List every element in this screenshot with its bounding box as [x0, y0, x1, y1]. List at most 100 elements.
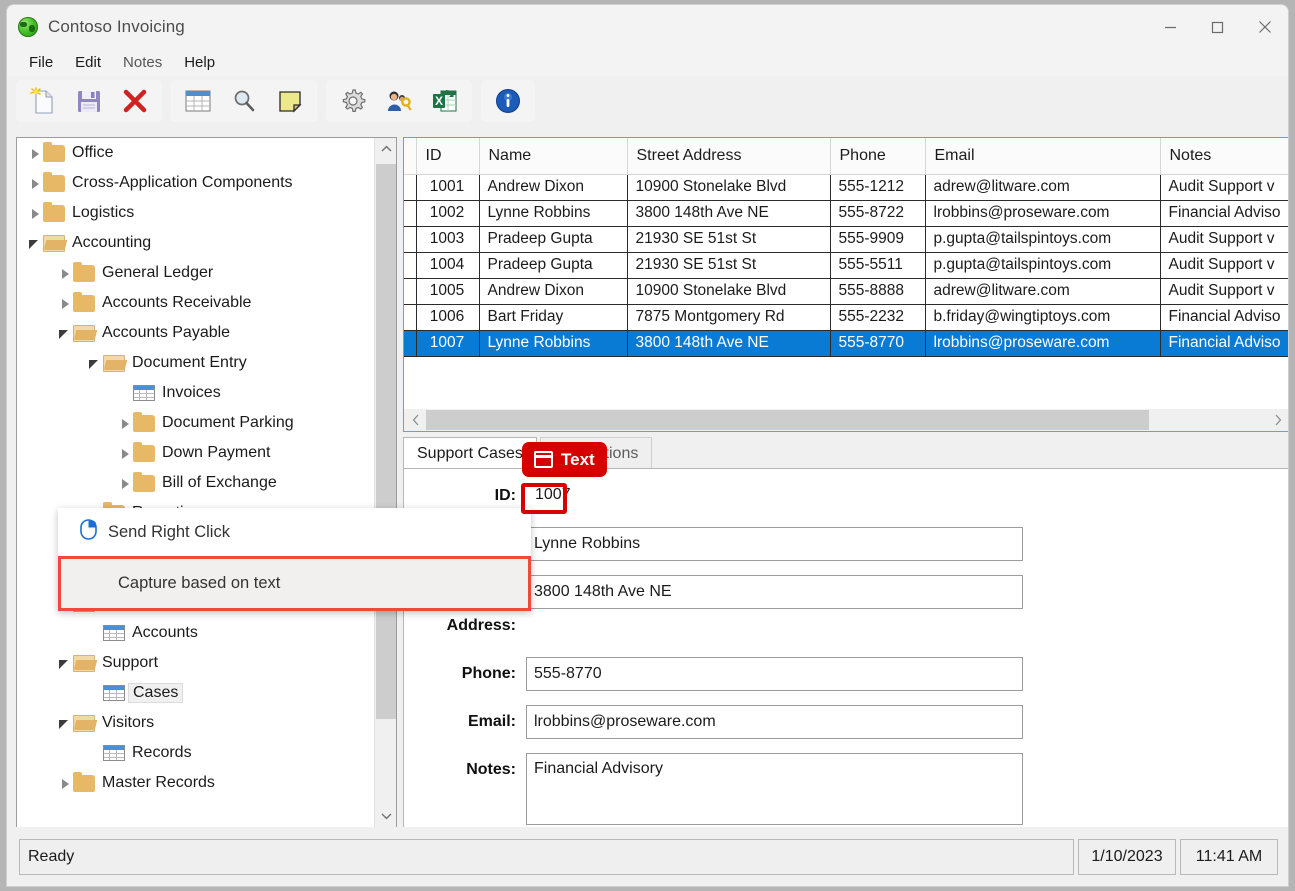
- id-field[interactable]: 1007: [526, 479, 1023, 513]
- grid-cell-address[interactable]: 10900 Stonelake Blvd: [627, 174, 831, 201]
- close-button[interactable]: [1241, 5, 1288, 49]
- grid-cell-name[interactable]: Bart Friday: [479, 304, 628, 331]
- grid-cell-phone[interactable]: 555-5511: [830, 252, 926, 279]
- user-permissions-icon[interactable]: [378, 83, 420, 119]
- scroll-down-icon[interactable]: [375, 805, 396, 827]
- row-header-cell[interactable]: [404, 252, 417, 279]
- grid-horizontal-scrollbar[interactable]: [404, 409, 1288, 431]
- tree-item-office[interactable]: Office: [17, 138, 375, 168]
- settings-gear-icon[interactable]: [332, 83, 374, 119]
- grid-cell-name[interactable]: Andrew Dixon: [479, 278, 628, 305]
- grid-column-header-email[interactable]: Email: [925, 138, 1161, 175]
- expand-arrow-icon[interactable]: [58, 776, 73, 791]
- grid-column-header-name[interactable]: Name: [479, 138, 628, 175]
- row-header-cell[interactable]: [404, 330, 417, 357]
- tree-item-records[interactable]: Records: [17, 738, 375, 768]
- tree-item-support[interactable]: Support: [17, 648, 375, 678]
- grid-cell-email[interactable]: lrobbins@proseware.com: [925, 200, 1161, 227]
- scroll-right-icon[interactable]: [1268, 409, 1288, 431]
- grid-cell-phone[interactable]: 555-8770: [830, 330, 926, 357]
- row-header-cell[interactable]: [404, 226, 417, 253]
- collapse-arrow-icon[interactable]: [58, 326, 73, 341]
- expand-arrow-icon[interactable]: [58, 266, 73, 281]
- grid-column-header-notes[interactable]: Notes: [1160, 138, 1288, 175]
- grid-cell-notes[interactable]: Audit Support v: [1160, 252, 1288, 279]
- street-address-field[interactable]: 3800 148th Ave NE: [526, 575, 1023, 609]
- grid-cell-notes[interactable]: Financial Adviso: [1160, 304, 1288, 331]
- grid-cell-phone[interactable]: 555-2232: [830, 304, 926, 331]
- info-icon[interactable]: [487, 83, 529, 119]
- row-header-cell[interactable]: [404, 278, 417, 305]
- menu-notes[interactable]: Notes: [112, 52, 173, 73]
- grid-cell-id[interactable]: 1001: [416, 174, 480, 201]
- grid-cell-id[interactable]: 1005: [416, 278, 480, 305]
- grid-cell-id[interactable]: 1007: [416, 330, 480, 357]
- maximize-button[interactable]: [1194, 5, 1241, 49]
- expand-arrow-icon[interactable]: [118, 416, 133, 431]
- expand-arrow-icon[interactable]: [28, 206, 43, 221]
- grid-cell-email[interactable]: b.friday@wingtiptoys.com: [925, 304, 1161, 331]
- grid-cell-notes[interactable]: Financial Adviso: [1160, 330, 1288, 357]
- grid-cell-id[interactable]: 1006: [416, 304, 480, 331]
- tree-item-accounts-payable[interactable]: Accounts Payable: [17, 318, 375, 348]
- tree-item-cross-application-components[interactable]: Cross-Application Components: [17, 168, 375, 198]
- row-header-cell[interactable]: [404, 200, 417, 227]
- email-field[interactable]: lrobbins@proseware.com: [526, 705, 1023, 739]
- tree-item-invoices[interactable]: Invoices: [17, 378, 375, 408]
- grid-cell-address[interactable]: 7875 Montgomery Rd: [627, 304, 831, 331]
- context-menu-item-send-right-click[interactable]: Send Right Click: [58, 508, 531, 556]
- grid-cell-name[interactable]: Lynne Robbins: [479, 200, 628, 227]
- menu-help[interactable]: Help: [173, 52, 226, 73]
- grid-row[interactable]: 1004 Pradeep Gupta 21930 SE 51st St 555-551…: [404, 252, 1288, 279]
- collapse-arrow-icon[interactable]: [58, 656, 73, 671]
- row-header-cell[interactable]: [404, 174, 417, 201]
- navigation-tree[interactable]: Office Cross-Application Components Logist…: [16, 137, 397, 828]
- grid-row[interactable]: 1007 Lynne Robbins 3800 148th Ave NE 555-87…: [404, 330, 1288, 357]
- tree-item-accounting[interactable]: Accounting: [17, 228, 375, 258]
- export-excel-icon[interactable]: X: [424, 83, 466, 119]
- scroll-up-icon[interactable]: [375, 138, 396, 160]
- grid-row[interactable]: 1002 Lynne Robbins 3800 148th Ave NE 555-87…: [404, 200, 1288, 227]
- scroll-left-icon[interactable]: [406, 409, 426, 431]
- grid-cell-id[interactable]: 1003: [416, 226, 480, 253]
- minimize-button[interactable]: [1147, 5, 1194, 49]
- expand-arrow-icon[interactable]: [118, 446, 133, 461]
- tree-vertical-scrollbar[interactable]: [374, 138, 396, 827]
- notes-field[interactable]: Financial Advisory: [526, 753, 1023, 825]
- grid-cell-notes[interactable]: Audit Support v: [1160, 174, 1288, 201]
- grid-row[interactable]: 1003 Pradeep Gupta 21930 SE 51st St 555-990…: [404, 226, 1288, 253]
- save-icon[interactable]: [68, 83, 110, 119]
- collapse-arrow-icon[interactable]: [88, 356, 103, 371]
- tree-item-master-records[interactable]: Master Records: [17, 768, 375, 798]
- grid-cell-id[interactable]: 1002: [416, 200, 480, 227]
- tree-item-bill-of-exchange[interactable]: Bill of Exchange: [17, 468, 375, 498]
- expand-arrow-icon[interactable]: [118, 476, 133, 491]
- records-data-grid[interactable]: ID Name Street Address Phone Email Notes 1001…: [403, 137, 1288, 432]
- grid-cell-phone[interactable]: 555-8888: [830, 278, 926, 305]
- grid-cell-notes[interactable]: Financial Adviso: [1160, 200, 1288, 227]
- grid-cell-address[interactable]: 21930 SE 51st St: [627, 226, 831, 253]
- grid-cell-id[interactable]: 1004: [416, 252, 480, 279]
- grid-column-header-id[interactable]: ID: [416, 138, 480, 175]
- tree-item-document-entry[interactable]: Document Entry: [17, 348, 375, 378]
- menu-edit[interactable]: Edit: [64, 52, 112, 73]
- name-field[interactable]: Lynne Robbins: [526, 527, 1023, 561]
- tree-item-document-parking[interactable]: Document Parking: [17, 408, 375, 438]
- grid-cell-address[interactable]: 3800 148th Ave NE: [627, 330, 831, 357]
- grid-cell-name[interactable]: Pradeep Gupta: [479, 252, 628, 279]
- grid-row[interactable]: 1005 Andrew Dixon 10900 Stonelake Blvd 555-…: [404, 278, 1288, 305]
- grid-cell-phone[interactable]: 555-1212: [830, 174, 926, 201]
- grid-cell-address[interactable]: 3800 148th Ave NE: [627, 200, 831, 227]
- collapse-arrow-icon[interactable]: [28, 236, 43, 251]
- tree-item-logistics[interactable]: Logistics: [17, 198, 375, 228]
- grid-cell-phone[interactable]: 555-8722: [830, 200, 926, 227]
- grid-cell-email[interactable]: lrobbins@proseware.com: [925, 330, 1161, 357]
- grid-cell-address[interactable]: 21930 SE 51st St: [627, 252, 831, 279]
- grid-row[interactable]: 1006 Bart Friday 7875 Montgomery Rd 555-223…: [404, 304, 1288, 331]
- expand-arrow-icon[interactable]: [28, 176, 43, 191]
- context-menu-item-capture-based-on-text[interactable]: Capture based on text: [58, 556, 531, 611]
- grid-cell-email[interactable]: p.gupta@tailspintoys.com: [925, 226, 1161, 253]
- grid-cell-email[interactable]: adrew@litware.com: [925, 174, 1161, 201]
- grid-cell-email[interactable]: adrew@litware.com: [925, 278, 1161, 305]
- collapse-arrow-icon[interactable]: [58, 716, 73, 731]
